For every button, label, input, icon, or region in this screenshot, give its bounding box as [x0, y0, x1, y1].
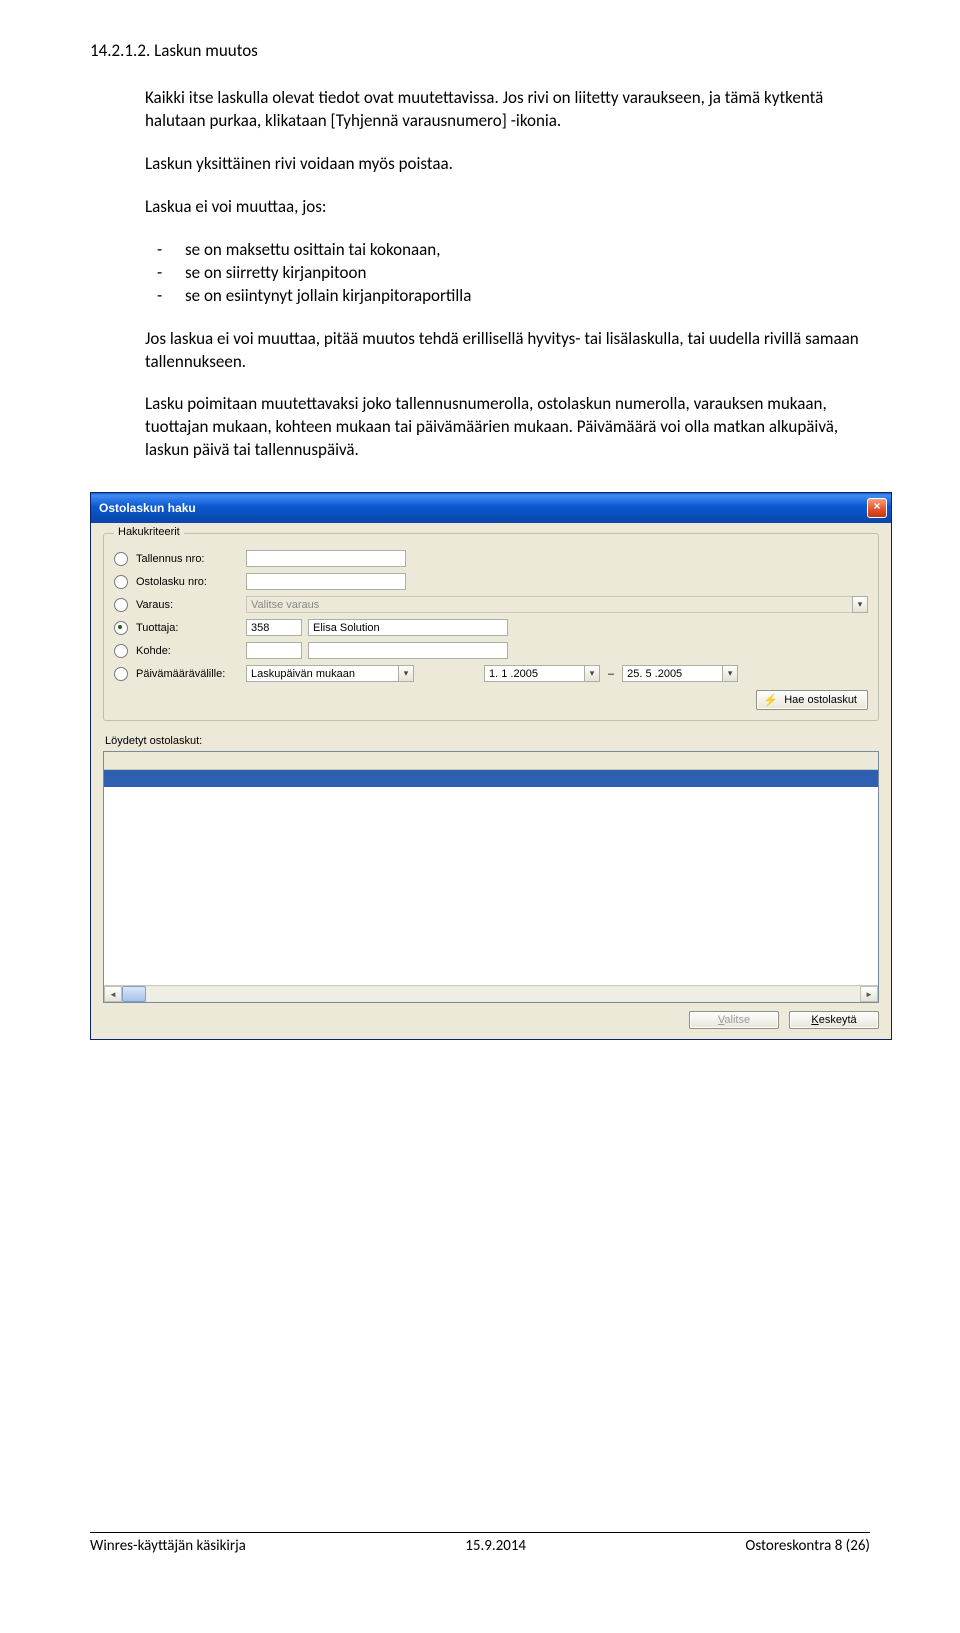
label-varaus: Varaus:	[136, 599, 246, 611]
label-tallennus: Tallennus nro:	[136, 553, 246, 565]
button-keskeyta[interactable]: Keskeytä	[789, 1011, 879, 1029]
body-text: Kaikki itse laskulla olevat tiedot ovat …	[145, 87, 870, 462]
section-heading: 14.2.1.2. Laskun muutos	[90, 40, 870, 61]
chevron-down-icon[interactable]	[584, 665, 600, 682]
chevron-down-icon[interactable]	[722, 665, 738, 682]
radio-ostolasku[interactable]	[114, 575, 128, 589]
footer-left: Winres-käyttäjän käsikirja	[90, 1537, 246, 1555]
dialog-ostolaskun-haku: Ostolaskun haku × Hakukriteerit Tallennu…	[90, 492, 892, 1040]
scroll-thumb[interactable]	[122, 986, 146, 1002]
paragraph: Kaikki itse laskulla olevat tiedot ovat …	[145, 87, 870, 133]
label-tuottaja: Tuottaja:	[136, 622, 246, 634]
close-icon[interactable]: ×	[867, 498, 887, 518]
date-from[interactable]	[484, 665, 584, 682]
list-header[interactable]	[104, 752, 878, 770]
groupbox-title: Hakukriteerit	[114, 526, 184, 538]
dialog-title: Ostolaskun haku	[99, 501, 196, 515]
bullet-item: se on maksettu osittain tai kokonaan,	[145, 239, 870, 262]
label-ostolasku: Ostolasku nro:	[136, 576, 246, 588]
footer-center: 15.9.2014	[465, 1537, 526, 1555]
input-ostolasku-nro[interactable]	[246, 573, 406, 590]
combo-varaus[interactable]	[246, 596, 852, 613]
label-kohde: Kohde:	[136, 645, 246, 657]
paragraph: Laskun yksittäinen rivi voidaan myös poi…	[145, 153, 870, 176]
bullet-item: se on esiintynyt jollain kirjanpitorapor…	[145, 285, 870, 308]
button-hae-ostolaskut[interactable]: ⚡ HHae ostolaskutae ostolaskut	[756, 690, 868, 710]
list-row-selected[interactable]	[104, 770, 878, 787]
radio-tuottaja[interactable]	[114, 621, 128, 635]
bullet-item: se on siirretty kirjanpitoon	[145, 262, 870, 285]
label-found: Löydetyt ostolaskut:	[105, 735, 879, 747]
paragraph: Lasku poimitaan muutettavaksi joko talle…	[145, 393, 870, 462]
input-tuottaja-name[interactable]	[308, 619, 508, 636]
button-valitse[interactable]: Valitse	[689, 1011, 779, 1029]
dash-separator: –	[608, 668, 614, 680]
scroll-left-icon[interactable]: ◄	[104, 986, 122, 1002]
combo-paivamaara-mode[interactable]	[246, 665, 398, 682]
radio-tallennus[interactable]	[114, 552, 128, 566]
radio-paivamaara[interactable]	[114, 667, 128, 681]
radio-kohde[interactable]	[114, 644, 128, 658]
paragraph: Laskua ei voi muuttaa, jos:	[145, 196, 870, 219]
scroll-track[interactable]	[146, 987, 860, 1001]
titlebar[interactable]: Ostolaskun haku ×	[91, 493, 891, 523]
bolt-icon: ⚡	[763, 693, 778, 707]
bullet-list: se on maksettu osittain tai kokonaan, se…	[145, 239, 870, 308]
groupbox-hakukriteerit: Hakukriteerit Tallennus nro: Ostolasku n…	[103, 533, 879, 721]
label-paivamaara: Päivämäärävälille:	[136, 668, 246, 680]
input-kohde-code[interactable]	[246, 642, 302, 659]
list-ostolaskut[interactable]: ◄ ►	[103, 751, 879, 1003]
chevron-down-icon[interactable]	[398, 665, 414, 682]
input-tallennus-nro[interactable]	[246, 550, 406, 567]
input-tuottaja-code[interactable]	[246, 619, 302, 636]
radio-varaus[interactable]	[114, 598, 128, 612]
page-footer: Winres-käyttäjän käsikirja 15.9.2014 Ost…	[90, 1532, 870, 1555]
scroll-right-icon[interactable]: ►	[860, 986, 878, 1002]
chevron-down-icon[interactable]	[852, 596, 868, 613]
footer-right: Ostoreskontra 8 (26)	[745, 1537, 870, 1555]
horizontal-scrollbar[interactable]: ◄ ►	[104, 985, 878, 1002]
input-kohde-name[interactable]	[308, 642, 508, 659]
date-to[interactable]	[622, 665, 722, 682]
paragraph: Jos laskua ei voi muuttaa, pitää muutos …	[145, 328, 870, 374]
